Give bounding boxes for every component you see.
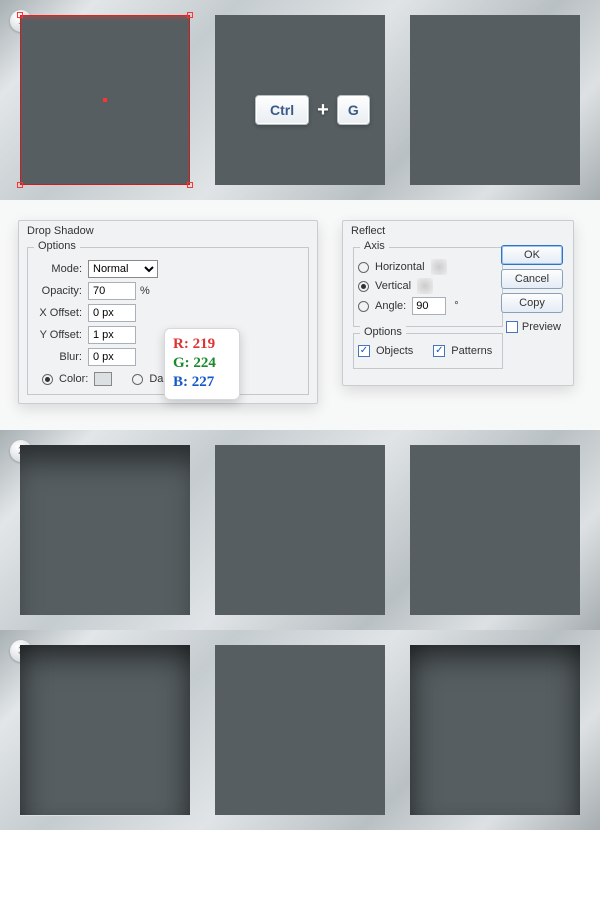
- objects-checkbox[interactable]: [358, 345, 370, 357]
- canvas-cell: [215, 445, 385, 615]
- copy-button[interactable]: Copy: [501, 293, 563, 313]
- rgb-g-value: 224: [193, 355, 216, 371]
- canvas-cell: [20, 445, 190, 615]
- reflect-dialog: Reflect Axis Horizontal Vertical Angle: …: [342, 220, 574, 386]
- color-swatch[interactable]: [94, 372, 112, 386]
- cancel-button[interactable]: Cancel: [501, 269, 563, 289]
- axis-horizontal-radio[interactable]: [358, 262, 369, 273]
- axis-vertical-icon: [417, 278, 433, 294]
- opacity-input[interactable]: [88, 282, 136, 300]
- mode-label: Mode:: [32, 263, 88, 275]
- yoffset-input[interactable]: [88, 326, 136, 344]
- rgb-callout: R: 219 G: 224 B: 227: [164, 328, 240, 400]
- axis-angle-radio[interactable]: [358, 301, 369, 312]
- axis-angle-label: Angle:: [375, 300, 406, 312]
- degree-unit: °: [454, 300, 458, 312]
- shortcut-overlay: Ctrl + G: [255, 95, 370, 125]
- opacity-unit: %: [140, 285, 150, 297]
- axis-fieldset: Axis Horizontal Vertical Angle: °: [353, 247, 503, 327]
- cell-row-3: [0, 630, 600, 830]
- canvas-cell: [410, 445, 580, 615]
- dialog-strip: Drop Shadow Options Mode: Normal Opacity…: [0, 200, 600, 430]
- fieldset-legend: Options: [360, 326, 406, 338]
- rgb-b-value: 227: [192, 374, 215, 390]
- blur-label: Blur:: [32, 351, 88, 363]
- darkness-radio[interactable]: [132, 374, 143, 385]
- canvas-cell-selected[interactable]: [20, 15, 190, 185]
- key-g: G: [337, 95, 370, 125]
- blur-input[interactable]: [88, 348, 136, 366]
- patterns-label: Patterns: [451, 345, 492, 357]
- color-radio[interactable]: [42, 374, 53, 385]
- reflect-options-fieldset: Options Objects Patterns: [353, 333, 503, 369]
- preview-checkbox[interactable]: [506, 321, 518, 333]
- selection-handle-br[interactable]: [187, 182, 193, 188]
- axis-vertical-label: Vertical: [375, 280, 411, 292]
- opacity-label: Opacity:: [32, 285, 88, 297]
- selection-center-icon: [103, 98, 107, 102]
- canvas-cell: [215, 645, 385, 815]
- axis-horizontal-label: Horizontal: [375, 261, 425, 273]
- selection-handle-bl[interactable]: [17, 182, 23, 188]
- rgb-r-label: R:: [173, 336, 189, 352]
- step-1-panel: 1 Ctrl + G: [0, 0, 600, 200]
- xoffset-input[interactable]: [88, 304, 136, 322]
- axis-horizontal-icon: [431, 259, 447, 275]
- step-2-panel: 2: [0, 430, 600, 630]
- xoffset-label: X Offset:: [32, 307, 88, 319]
- ok-button[interactable]: OK: [501, 245, 563, 265]
- canvas-cell: [410, 645, 580, 815]
- patterns-checkbox[interactable]: [433, 345, 445, 357]
- canvas-cell: [410, 15, 580, 185]
- cell-row-2: [0, 430, 600, 630]
- plus-icon: +: [317, 99, 329, 122]
- step-3-panel: 3: [0, 630, 600, 830]
- yoffset-label: Y Offset:: [32, 329, 88, 341]
- preview-label: Preview: [522, 321, 561, 333]
- axis-vertical-radio[interactable]: [358, 281, 369, 292]
- selection-edge: [21, 15, 189, 21]
- rgb-b-label: B:: [173, 374, 188, 390]
- rgb-r-value: 219: [193, 336, 216, 352]
- canvas-cell: [20, 645, 190, 815]
- fieldset-legend: Options: [34, 240, 80, 252]
- objects-label: Objects: [376, 345, 413, 357]
- rgb-g-label: G:: [173, 355, 190, 371]
- mode-select[interactable]: Normal: [88, 260, 158, 278]
- color-label: Color:: [59, 373, 88, 385]
- angle-input[interactable]: [412, 297, 446, 315]
- key-ctrl: Ctrl: [255, 95, 309, 125]
- fieldset-legend: Axis: [360, 240, 389, 252]
